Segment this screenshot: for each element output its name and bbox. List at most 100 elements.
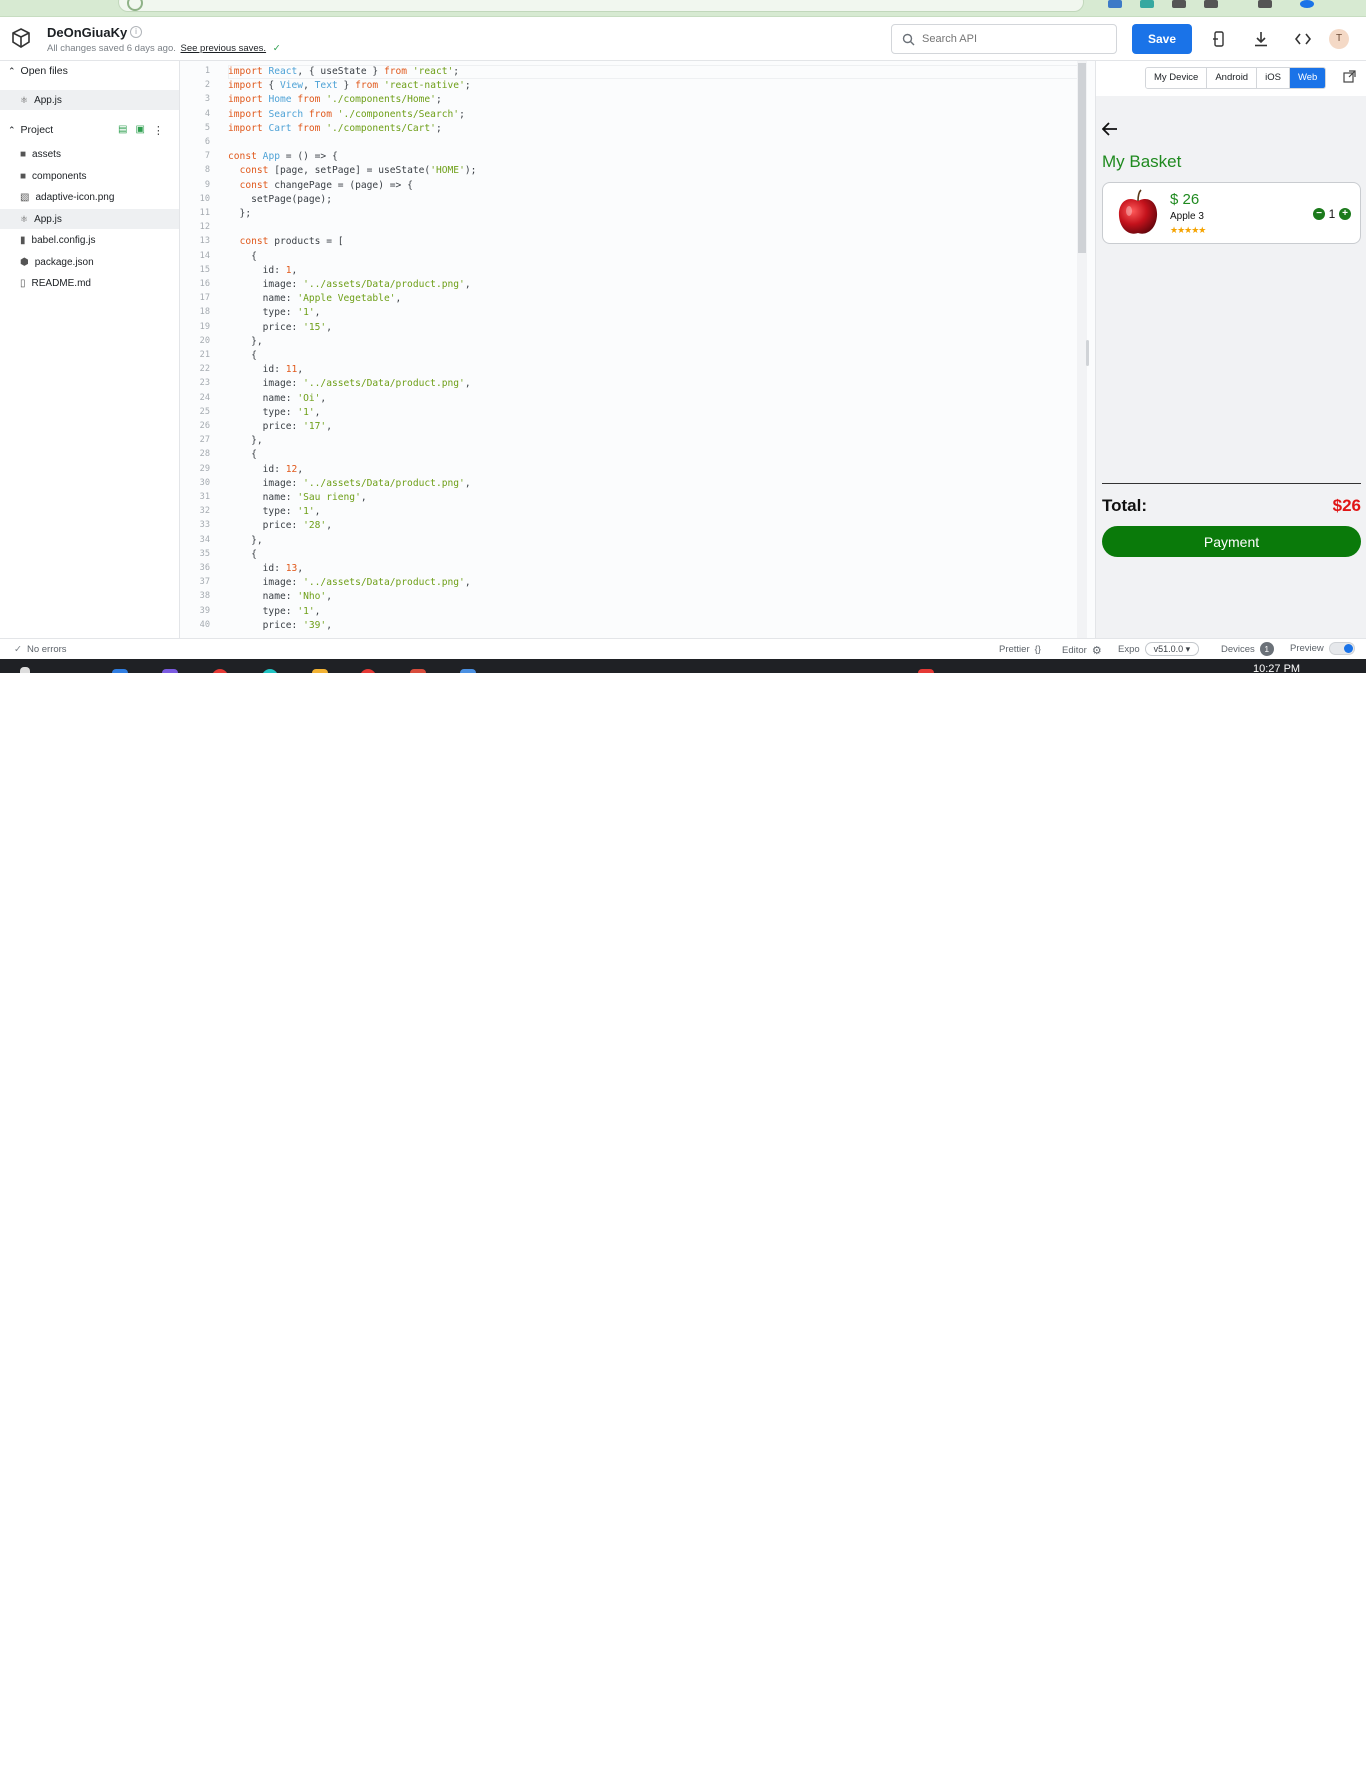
cart-item: $ 26 Apple 3 ★★★★★ − 1 + xyxy=(1102,182,1361,244)
embed-code-button[interactable] xyxy=(1291,27,1315,51)
project-item-readme[interactable]: ▯ README.md xyxy=(0,273,179,293)
line-number: 24 xyxy=(199,392,210,403)
line-number: 2 xyxy=(204,80,210,91)
prettier-label: Prettier xyxy=(999,644,1030,655)
taskbar-app-icon[interactable] xyxy=(410,669,426,673)
phone-icon xyxy=(1213,31,1224,47)
expo-version-select[interactable]: v51.0.0 ▾ xyxy=(1144,642,1200,656)
react-file-icon: ⚛ xyxy=(20,94,29,105)
taskbar-app-icon[interactable] xyxy=(262,669,278,673)
code-text: { xyxy=(228,250,257,262)
code-text: import React, { useState } from 'react'; xyxy=(228,66,460,77)
profile-icon[interactable] xyxy=(1300,0,1314,8)
taskbar-app-icon[interactable] xyxy=(312,669,328,673)
snack-logo-icon[interactable] xyxy=(10,27,32,49)
file-name: assets xyxy=(32,148,61,160)
open-file-item[interactable]: ⚛ App.js xyxy=(0,90,179,110)
taskbar-app-icon[interactable] xyxy=(162,669,178,673)
pane-resize-handle[interactable] xyxy=(1086,340,1089,366)
save-button[interactable]: Save xyxy=(1132,24,1192,54)
project-item-components[interactable]: ■ components xyxy=(0,166,179,186)
project-header[interactable]: ⌃ Project xyxy=(8,124,53,136)
extension-icon[interactable] xyxy=(1108,0,1122,8)
start-icon[interactable] xyxy=(20,667,30,673)
browser-home-icon[interactable] xyxy=(127,0,143,11)
browser-address-bar[interactable] xyxy=(118,0,1084,12)
prettier-toggle[interactable]: Prettier {} xyxy=(999,644,1041,655)
line-number: 14 xyxy=(199,250,210,261)
file-explorer: ⌃ Open files ⚛ App.js ⌃ Project ▤ ▣ ⋮ ■ … xyxy=(0,61,180,638)
devices-label: Devices xyxy=(1221,643,1255,655)
project-item-adaptive-icon[interactable]: ▧ adaptive-icon.png xyxy=(0,187,179,207)
tab-android[interactable]: Android xyxy=(1207,68,1258,88)
web-preview-screen: My Basket $ 26 Apple 3 ★★★★★ − 1 + Total… xyxy=(1096,96,1366,638)
code-text: type: '1', xyxy=(228,307,321,319)
line-number: 18 xyxy=(199,307,210,318)
decrease-quantity-button[interactable]: − xyxy=(1313,208,1325,220)
preview-toggle[interactable] xyxy=(1328,642,1355,655)
line-number: 6 xyxy=(204,137,210,147)
user-avatar[interactable]: T xyxy=(1329,29,1349,49)
increase-quantity-button[interactable]: + xyxy=(1339,208,1351,220)
project-item-babel-config[interactable]: ▮ babel.config.js xyxy=(0,230,179,250)
line-number: 15 xyxy=(199,264,210,275)
taskbar-app-icon[interactable] xyxy=(460,669,476,673)
line-number: 21 xyxy=(199,350,210,360)
taskbar-app-icon[interactable] xyxy=(918,669,934,673)
more-options-icon[interactable]: ⋮ xyxy=(153,124,164,137)
line-number: 16 xyxy=(199,279,210,289)
project-item-app-js[interactable]: ⚛ App.js xyxy=(0,209,179,229)
code-editor[interactable]: 1 import React, { useState } from 'react'… xyxy=(180,61,1095,638)
line-number: 5 xyxy=(204,122,210,133)
extension-icon[interactable] xyxy=(1140,0,1154,8)
error-status-text: No errors xyxy=(26,644,67,655)
taskbar-app-icon[interactable] xyxy=(212,669,228,673)
project-title[interactable]: DeOnGiuaKy xyxy=(47,25,127,40)
code-text: image: '../assets/Data/product.png', xyxy=(228,577,471,589)
open-external-icon[interactable] xyxy=(1343,70,1356,83)
extension-icon[interactable] xyxy=(1204,0,1218,8)
code-text: setPage(page); xyxy=(228,193,332,205)
payment-button[interactable]: Payment xyxy=(1102,526,1361,557)
open-files-header[interactable]: ⌃ Open files xyxy=(8,65,68,77)
tab-ios[interactable]: iOS xyxy=(1257,68,1290,88)
editor-scrollbar-thumb[interactable] xyxy=(1078,63,1086,253)
project-item-assets[interactable]: ■ assets xyxy=(0,144,179,164)
new-folder-icon[interactable]: ▣ xyxy=(135,124,144,137)
back-arrow-icon[interactable] xyxy=(1102,122,1118,136)
devices-status[interactable]: Devices 1 xyxy=(1221,642,1274,656)
new-file-icon[interactable]: ▤ xyxy=(118,124,127,137)
extension-icon[interactable] xyxy=(1258,0,1272,8)
device-qr-button[interactable] xyxy=(1207,27,1231,51)
preview-panel: My Device Android iOS Web My Basket $ 26… xyxy=(1095,61,1366,638)
tab-web[interactable]: Web xyxy=(1289,68,1326,88)
code-text: price: '17', xyxy=(228,421,332,432)
search-input[interactable] xyxy=(922,31,1102,47)
file-name: README.md xyxy=(31,277,91,289)
file-name: App.js xyxy=(34,213,62,225)
project-item-package-json[interactable]: ⬢ package.json xyxy=(0,252,179,272)
line-number: 26 xyxy=(199,421,210,431)
check-icon: ✓ xyxy=(272,43,281,54)
editor-settings[interactable]: Editor ⚙ xyxy=(1062,644,1102,657)
code-text: import Search from './components/Search'… xyxy=(228,108,465,120)
taskbar-app-icon[interactable] xyxy=(360,669,376,673)
extension-icon[interactable] xyxy=(1172,0,1186,8)
info-icon[interactable]: i xyxy=(130,26,142,38)
project-actions: ▤ ▣ ⋮ xyxy=(118,124,164,137)
search-icon xyxy=(902,33,915,46)
code-text: type: '1', xyxy=(228,605,321,617)
code-text: name: 'Nho', xyxy=(228,591,332,603)
code-text: }, xyxy=(228,534,263,546)
code-text: }; xyxy=(228,208,252,219)
previous-saves-link[interactable]: See previous saves. xyxy=(181,43,267,54)
code-text: type: '1', xyxy=(228,406,321,418)
line-number: 32 xyxy=(199,506,210,517)
download-button[interactable] xyxy=(1249,27,1273,51)
quantity-value: 1 xyxy=(1328,207,1336,221)
taskbar-app-icon[interactable] xyxy=(112,669,128,673)
search-api[interactable] xyxy=(891,24,1117,54)
error-status[interactable]: ✓ No errors xyxy=(14,644,67,655)
tab-my-device[interactable]: My Device xyxy=(1146,68,1208,88)
line-number: 40 xyxy=(199,619,210,630)
